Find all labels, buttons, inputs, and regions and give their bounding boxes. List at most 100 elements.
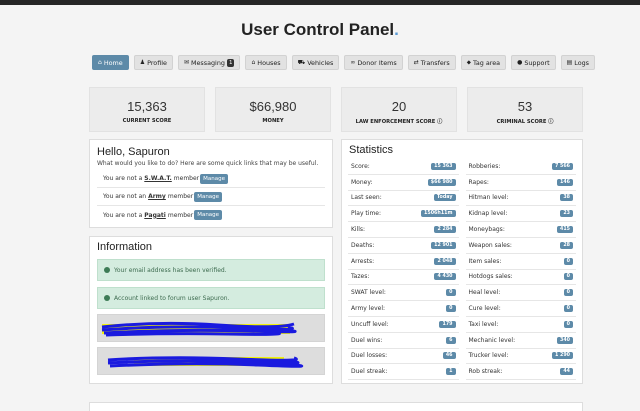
statistics-panel: Statistics Score: 15 363 Money: $66 980 Last…	[341, 139, 583, 384]
stat-value-badge: 1	[446, 368, 456, 376]
manage-button[interactable]: Manage	[194, 210, 223, 220]
stat-value-badge: 44	[560, 368, 573, 376]
unread-badge: 1	[226, 58, 235, 67]
stat-value-badge: 179	[439, 320, 456, 328]
stat-row: Play time: 1506h11m	[348, 206, 459, 223]
car-icon: ⛟	[297, 58, 306, 66]
stat-label: Moneybags:	[468, 226, 505, 234]
scribble-image	[101, 321, 297, 337]
stat-row: Duel streak: 1	[348, 364, 459, 381]
stat-value-badge: 146	[556, 178, 573, 186]
stat-label: Hotdogs sales:	[468, 273, 513, 281]
org-name: Pagati	[144, 211, 166, 219]
transfer-icon: ⇄	[413, 59, 419, 66]
nav-bar: ⌂ Home ♟ Profile ✉ Messaging 1 ⌂ Houses ⛟ Vehicles…	[92, 55, 596, 70]
summary-value: 15,363	[127, 99, 167, 114]
redacted-scribble	[97, 347, 325, 375]
summary-label: LAW ENFORCEMENT SCORE ⓘ	[355, 119, 443, 125]
stats-column-left: Score: 15 363 Money: $66 980 Last seen: Today…	[348, 159, 459, 381]
nav-donor-items-button[interactable]: ∞ Donor Items	[344, 55, 403, 70]
stat-row: Heal level: 0	[465, 285, 576, 302]
stat-label: Trucker level:	[468, 352, 509, 360]
stat-row: Tazes: 4 430	[348, 270, 459, 286]
stat-value-badge: 4 430	[434, 273, 456, 281]
stat-value-badge: 23	[560, 210, 573, 218]
stat-row: Rob streak: 44	[465, 364, 576, 381]
stat-value-badge: 2 284	[434, 226, 456, 234]
stat-value-badge: 2 048	[434, 257, 456, 265]
nav-vehicles-button[interactable]: ⛟ Vehicles	[291, 55, 340, 70]
stat-value-badge: 6	[446, 336, 456, 344]
house-icon: ⌂	[251, 59, 256, 66]
stat-label: Item sales:	[468, 257, 502, 265]
nav-profile-button[interactable]: ♟ Profile	[133, 55, 173, 70]
stat-value-badge: 15 363	[431, 162, 456, 170]
information-title: Information	[97, 241, 153, 253]
alert-email-verified: Your email address has been verified.	[97, 259, 325, 281]
manage-button[interactable]: Manage	[200, 173, 229, 184]
summary-value: 20	[391, 99, 407, 114]
stat-row: Taxi level: 0	[465, 317, 576, 333]
nav-tag-area-button[interactable]: ⬥ Tag area	[460, 55, 507, 70]
nav-houses-button[interactable]: ⌂ Houses	[245, 55, 287, 70]
information-panel: Information Your email address has been …	[89, 236, 333, 384]
stat-row: Item sales: 0	[465, 254, 576, 270]
hello-subtitle: What would you like to do? Here are some…	[97, 160, 319, 167]
stat-row: Mechanic level: 340	[465, 333, 576, 349]
chat-icon: ●	[517, 59, 523, 66]
summary-label: CRIMINAL SCORE ⓘ	[496, 119, 554, 125]
stat-row: Robberies: 7 566	[465, 159, 576, 175]
envelope-icon: ✉	[183, 59, 189, 66]
stat-value-badge: 0	[563, 320, 573, 328]
stat-label: Kills:	[351, 226, 366, 234]
stat-label: Tazes:	[351, 273, 370, 281]
stat-row: Duel wins: 6	[348, 333, 459, 349]
stat-label: Mechanic level:	[468, 336, 516, 344]
statistics-title: Statistics	[349, 144, 394, 156]
stat-value-badge: 0	[563, 257, 573, 265]
home-icon: ⌂	[98, 59, 102, 66]
stat-value-badge: 0	[563, 305, 573, 313]
summary-label: CURRENT SCORE	[122, 118, 172, 124]
stat-value-badge: 415	[556, 226, 573, 234]
page-title: User Control Panel.	[241, 20, 399, 39]
summary-card: 20 LAW ENFORCEMENT SCORE ⓘ	[341, 87, 457, 132]
nav-transfers-button[interactable]: ⇄ Transfers	[407, 55, 456, 70]
stat-row: Duel losses: 46	[348, 349, 459, 365]
summary-card: $66,980 MONEY	[215, 87, 331, 132]
nav-logs-button[interactable]: ▤ Logs	[560, 55, 596, 70]
nav-support-button[interactable]: ● Support	[511, 55, 556, 70]
stat-label: Last seen:	[351, 194, 382, 202]
stat-row: Army level: 0	[348, 301, 459, 317]
stat-label: Duel losses:	[351, 352, 388, 360]
summary-label: MONEY	[262, 118, 284, 124]
stat-row: Hitman level: 38	[465, 191, 576, 207]
nav-home-button[interactable]: ⌂ Home	[92, 55, 129, 70]
stat-row: Uncuff level: 179	[348, 317, 459, 333]
stat-value-badge: 0	[446, 305, 456, 313]
stat-label: Play time:	[351, 210, 381, 218]
stat-value-badge: 1506h11m	[421, 210, 456, 218]
stat-label: Uncuff level:	[351, 320, 389, 328]
stat-value-badge: 12 901	[431, 241, 456, 249]
stat-label: Duel wins:	[351, 336, 383, 344]
stat-label: Army level:	[351, 305, 386, 313]
stat-row: Kills: 2 284	[348, 222, 459, 238]
stat-value-badge: 1 290	[551, 352, 573, 360]
stat-value-badge: Today	[433, 194, 456, 202]
stat-row: Cure level: 0	[465, 301, 576, 317]
stat-value-badge: 46	[442, 352, 456, 360]
stat-row: Rapes: 146	[465, 175, 576, 191]
stat-row: Moneybags: 415	[465, 222, 576, 238]
stat-label: Cure level:	[468, 305, 501, 313]
stat-label: Kidnap level:	[468, 210, 508, 218]
stat-row: Kidnap level: 23	[465, 206, 576, 223]
nav-messaging-button[interactable]: ✉ Messaging 1	[177, 55, 241, 70]
stat-label: Heal level:	[468, 289, 501, 297]
manage-button[interactable]: Manage	[194, 191, 223, 202]
stat-value-badge: $66 980	[427, 178, 456, 186]
stat-label: SWAT level:	[351, 289, 386, 297]
stat-row: Arrests: 2 048	[348, 254, 459, 270]
stat-label: Taxi level:	[468, 320, 499, 328]
stat-label: Rapes:	[468, 178, 489, 186]
